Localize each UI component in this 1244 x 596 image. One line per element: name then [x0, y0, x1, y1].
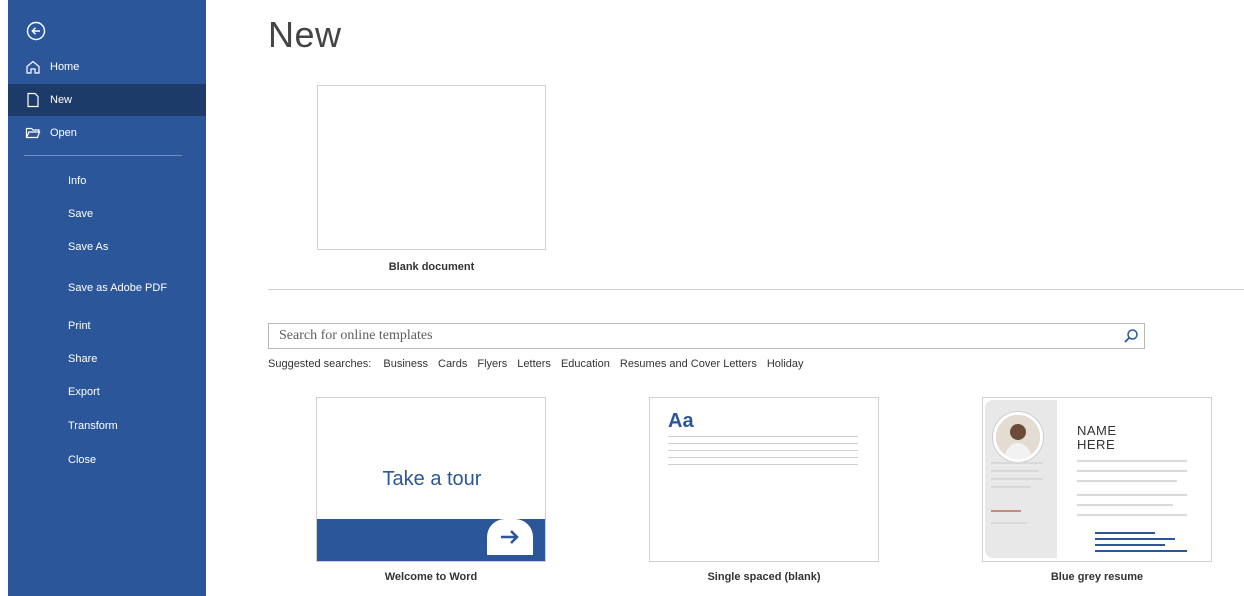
preview-line [668, 457, 858, 458]
nav-close[interactable]: Close [8, 444, 206, 476]
resume-line [991, 478, 1043, 480]
nav-new[interactable]: New [8, 84, 206, 116]
nav-info[interactable]: Info [8, 165, 206, 197]
nav-transform[interactable]: Transform [8, 410, 206, 442]
nav-print[interactable]: Print [8, 310, 206, 342]
new-document-icon [24, 91, 42, 109]
resume-line [991, 462, 1043, 464]
nav-save[interactable]: Save [8, 198, 206, 230]
nav-info-label: Info [68, 175, 87, 187]
resume-skill-bar [1095, 544, 1165, 546]
preview-line [668, 450, 858, 451]
preview-line [668, 436, 858, 437]
open-folder-icon [24, 124, 42, 142]
resume-line [1077, 480, 1177, 482]
template-welcome-to-word[interactable]: Take a tour [316, 397, 546, 562]
suggested-link-holiday[interactable]: Holiday [767, 358, 804, 370]
home-icon [24, 58, 42, 76]
resume-line [991, 510, 1021, 512]
resume-photo [993, 412, 1043, 462]
template-welcome-label: Welcome to Word [384, 571, 478, 583]
aa-preview-text: Aa [668, 410, 694, 432]
nav-share-label: Share [68, 353, 98, 365]
suggested-link-education[interactable]: Education [561, 358, 610, 370]
backstage-sidebar: Home New Open Info Save Save As Save as … [8, 0, 206, 596]
take-a-tour-text: Take a tour [382, 468, 482, 490]
resume-line [1077, 504, 1173, 506]
preview-line [668, 443, 858, 444]
nav-open-label: Open [50, 127, 77, 139]
nav-home-label: Home [50, 61, 80, 73]
nav-save-as-adobe-pdf[interactable]: Save as Adobe PDF [8, 268, 206, 308]
template-resume-label: Blue grey resume [1050, 571, 1144, 583]
resume-line [991, 522, 1027, 524]
nav-save-as[interactable]: Save As [8, 231, 206, 263]
section-divider [268, 289, 1244, 290]
preview-line [668, 464, 858, 465]
search-icon[interactable] [1118, 324, 1144, 348]
suggested-searches-label: Suggested searches: [268, 358, 372, 370]
nav-save-label: Save [68, 208, 94, 220]
nav-close-label: Close [68, 454, 97, 466]
right-arrow-icon [487, 519, 533, 555]
nav-transform-label: Transform [68, 420, 118, 432]
nav-open[interactable]: Open [8, 117, 206, 149]
suggested-link-cards[interactable]: Cards [438, 358, 467, 370]
nav-new-label: New [50, 94, 73, 106]
page-title: New [268, 14, 342, 55]
resume-skill-bar [1095, 532, 1155, 534]
template-search-input[interactable] [277, 324, 1118, 348]
resume-skill-bar [1095, 538, 1175, 540]
nav-export-label: Export [68, 386, 100, 398]
resume-line [991, 486, 1031, 488]
blank-document-template[interactable] [317, 85, 546, 250]
nav-print-label: Print [68, 320, 91, 332]
resume-line [1077, 514, 1187, 516]
resume-line [1077, 470, 1187, 472]
blank-document-label: Blank document [388, 261, 475, 273]
resume-skill-bar [1095, 550, 1187, 552]
back-arrow-circle-icon[interactable] [26, 21, 46, 41]
suggested-link-flyers[interactable]: Flyers [477, 358, 507, 370]
template-blue-grey-resume[interactable]: NAME HERE [982, 397, 1212, 562]
sidebar-divider [24, 155, 182, 156]
resume-line [991, 470, 1039, 472]
suggested-searches: Suggested searches: Business Cards Flyer… [268, 358, 804, 370]
resume-line [1077, 494, 1187, 496]
template-single-spaced[interactable]: Aa [649, 397, 879, 562]
template-search-box [268, 323, 1145, 349]
nav-save-as-adobe-pdf-label: Save as Adobe PDF [68, 282, 168, 294]
suggested-link-letters[interactable]: Letters [517, 358, 551, 370]
nav-share[interactable]: Share [8, 343, 206, 375]
nav-home[interactable]: Home [8, 51, 206, 83]
nav-save-as-label: Save As [68, 241, 109, 253]
suggested-link-resumes[interactable]: Resumes and Cover Letters [620, 358, 757, 370]
suggested-link-business[interactable]: Business [383, 358, 428, 370]
template-single-spaced-label: Single spaced (blank) [707, 571, 821, 583]
resume-line [1077, 460, 1187, 462]
nav-export[interactable]: Export [8, 376, 206, 408]
resume-name-text: NAME HERE [1077, 423, 1117, 452]
